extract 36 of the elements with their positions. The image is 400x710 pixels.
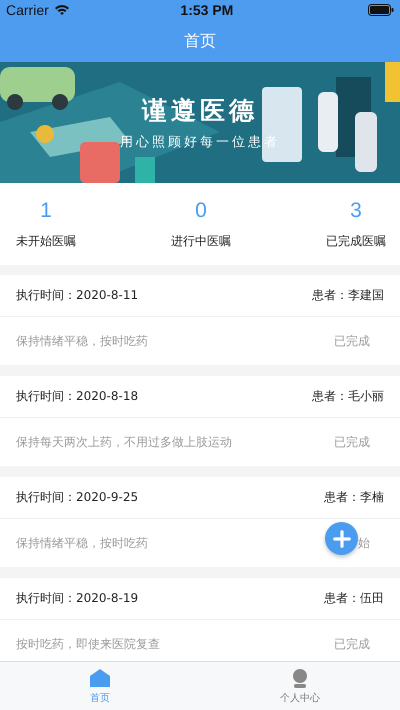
order-note: 保持每天两次上药，不用过多做上肢运动	[16, 434, 232, 450]
order-status: 始	[358, 534, 370, 552]
home-icon	[89, 668, 111, 688]
patient-name: 患者：毛小丽	[312, 388, 384, 405]
order-count: 0	[195, 198, 207, 222]
count-label: 已完成医嘱	[326, 232, 386, 250]
plus-icon	[332, 530, 350, 548]
person-icon	[290, 668, 310, 688]
carrier-label: Carrier	[6, 2, 49, 18]
order-note: 保持情绪平稳，按时吃药	[16, 332, 148, 350]
order-count: 1	[40, 198, 52, 222]
count-label: 未开始医嘱	[16, 232, 76, 250]
execution-time: 执行时间：2020-8-11	[16, 287, 138, 304]
order-note: 保持情绪平稳，按时吃药	[16, 534, 148, 552]
page-title: 首页	[184, 30, 216, 52]
wifi-icon	[54, 4, 70, 16]
patient-name: 患者：李建国	[312, 287, 384, 304]
order-count: 3	[350, 198, 362, 222]
execution-time: 执行时间：2020-8-19	[16, 590, 138, 607]
order-status: 已完成	[334, 332, 370, 350]
count-label: 进行中医嘱	[171, 232, 231, 250]
patient-name: 患者：伍田	[324, 590, 384, 607]
order-card[interactable]: 执行时间：2020-9-25 患者：李楠 保持情绪平稳，按时吃药 始	[0, 477, 400, 567]
order-card[interactable]: 执行时间：2020-8-19 患者：伍田 按时吃药，即使来医院复查 已完成	[0, 578, 400, 661]
clock-time: 1:53 PM	[180, 2, 234, 18]
banner-title: 谨遵医德	[142, 95, 258, 127]
execution-time: 执行时间：2020-9-25	[16, 489, 138, 506]
order-status: 已完成	[334, 434, 370, 450]
battery-icon	[368, 4, 394, 16]
order-note: 按时吃药，即使来医院复查	[16, 636, 160, 652]
order-card[interactable]: 执行时间：2020-8-11 患者：李建国 保持情绪平稳，按时吃药 已完成	[0, 275, 400, 365]
patient-name: 患者：李楠	[324, 489, 384, 506]
tab-item[interactable]: 个人中心	[200, 662, 400, 710]
execution-time: 执行时间：2020-8-18	[16, 388, 138, 405]
order-card[interactable]: 执行时间：2020-8-18 患者：毛小丽 保持每天两次上药，不用过多做上肢运动 已完成	[0, 376, 400, 466]
order-status: 已完成	[334, 636, 370, 652]
